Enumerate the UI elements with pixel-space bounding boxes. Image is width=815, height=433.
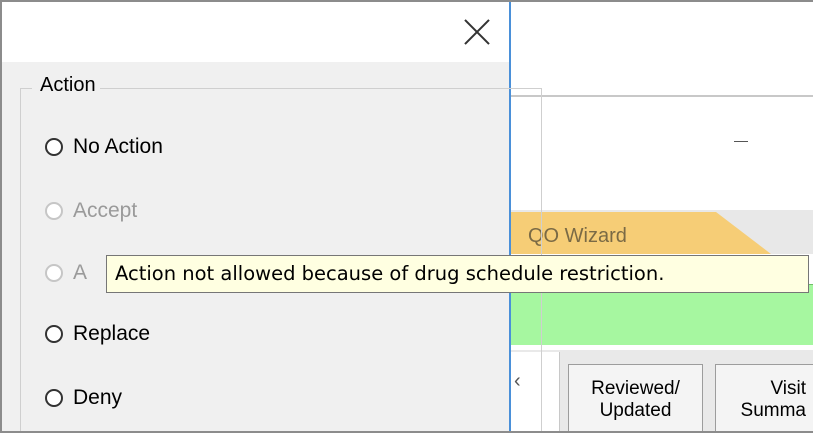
visit-summary-line2: Summa (740, 400, 806, 421)
radio-no-action-label: No Action (73, 135, 163, 158)
dialog-title-bar (2, 2, 509, 62)
action-group-label: Action (32, 74, 100, 97)
radio-replace-label: Replace (73, 322, 151, 345)
reviewed-updated-button[interactable]: Reviewed/ Updated (568, 364, 703, 431)
radio-option-a-label: A (73, 261, 88, 284)
radio-circle-icon[interactable] (45, 389, 63, 407)
radio-replace[interactable]: Replace (45, 319, 150, 349)
action-dialog: Action No Action Accept A Replace Deny (2, 2, 542, 431)
status-bar-green (511, 284, 813, 345)
screen-frame: QO Wizard ‹ Reviewed/ Updated Visit Summ… (0, 0, 813, 433)
tab-qo-wizard-label: QO Wizard (528, 225, 627, 247)
radio-accept-label: Accept (73, 199, 138, 222)
restriction-tooltip: Action not allowed because of drug sched… (106, 255, 809, 293)
visit-summary-button[interactable]: Visit Summa (715, 364, 813, 431)
minimize-icon[interactable] (734, 141, 748, 142)
visit-summary-line1: Visit (770, 378, 806, 399)
radio-deny[interactable]: Deny (45, 383, 122, 413)
close-icon[interactable] (460, 16, 494, 50)
radio-no-action[interactable]: No Action (45, 132, 163, 162)
radio-circle-icon (45, 202, 63, 220)
radio-circle-icon[interactable] (45, 138, 63, 156)
app-header-area (511, 2, 813, 97)
radio-option-a: A (45, 258, 87, 288)
radio-circle-icon (45, 264, 63, 282)
reviewed-updated-line1: Reviewed/ (591, 378, 680, 399)
reviewed-updated-line2: Updated (599, 400, 672, 421)
radio-deny-label: Deny (73, 386, 123, 409)
radio-accept: Accept (45, 196, 137, 226)
radio-circle-icon[interactable] (45, 325, 63, 343)
